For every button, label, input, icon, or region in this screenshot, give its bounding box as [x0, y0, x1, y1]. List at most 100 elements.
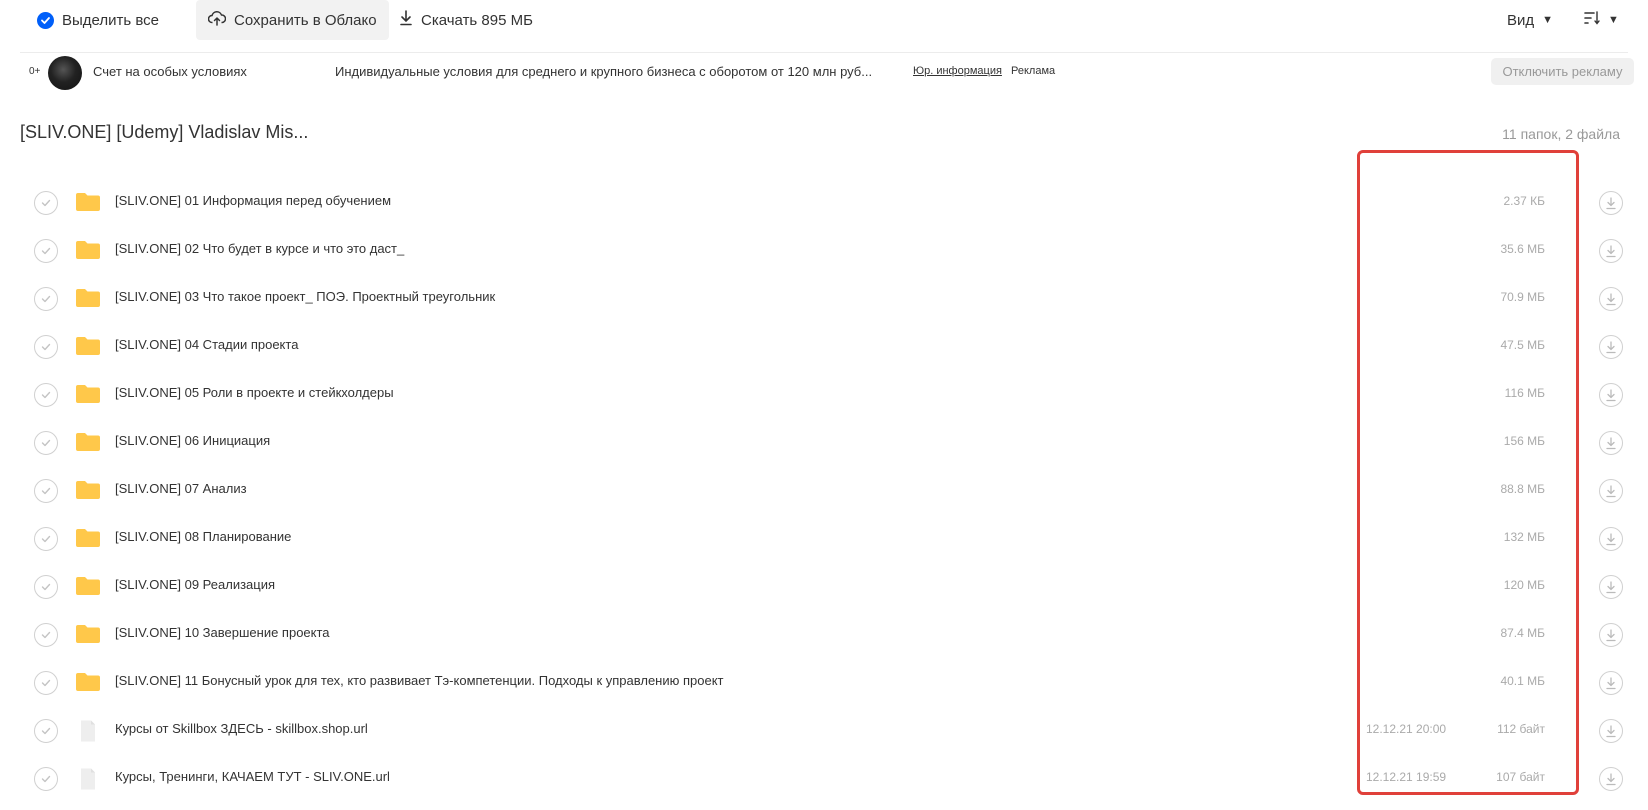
checkmark-icon [41, 679, 51, 687]
item-name[interactable]: [SLIV.ONE] 08 Планирование [115, 529, 291, 544]
disable-ads-button[interactable]: Отключить рекламу [1491, 58, 1634, 85]
item-name[interactable]: [SLIV.ONE] 06 Инициация [115, 433, 270, 448]
download-icon [1606, 628, 1616, 641]
file-icon [75, 720, 101, 742]
sort-icon [1584, 11, 1600, 29]
folder-row[interactable]: [SLIV.ONE] 01 Информация перед обучением… [0, 178, 1648, 226]
download-item-button[interactable] [1599, 767, 1623, 791]
folder-row[interactable]: [SLIV.ONE] 11 Бонусный урок для тех, кто… [0, 658, 1648, 706]
item-size: 2.37 КБ [1503, 194, 1545, 208]
folder-row[interactable]: [SLIV.ONE] 02 Что будет в курсе и что эт… [0, 226, 1648, 274]
view-label: Вид [1507, 11, 1535, 29]
caret-down-icon: ▼ [1542, 14, 1554, 26]
select-checkbox[interactable] [34, 335, 58, 359]
ad-banner[interactable]: 0+ Счет на особых условиях Индивидуальны… [0, 53, 1648, 93]
checkmark-icon [41, 295, 51, 303]
item-name[interactable]: [SLIV.ONE] 10 Завершение проекта [115, 625, 330, 640]
ad-title[interactable]: Счет на особых условиях [93, 64, 247, 79]
sort-dropdown[interactable]: ▼ [1578, 0, 1625, 40]
download-item-button[interactable] [1599, 671, 1623, 695]
checkmark-icon [41, 343, 51, 351]
folder-row[interactable]: [SLIV.ONE] 06 Инициация 156 МБ [0, 418, 1648, 466]
folder-icon [75, 288, 101, 308]
file-row[interactable]: Курсы от Skillbox ЗДЕСЬ - skillbox.shop.… [0, 706, 1648, 754]
item-name[interactable]: [SLIV.ONE] 09 Реализация [115, 577, 275, 592]
item-size: 132 МБ [1503, 530, 1545, 544]
item-date: 12.12.21 20:00 [1366, 722, 1447, 736]
download-icon [1606, 676, 1616, 689]
ad-avatar [48, 56, 82, 90]
folder-row[interactable]: [SLIV.ONE] 03 Что такое проект_ ПОЭ. Про… [0, 274, 1648, 322]
item-name[interactable]: [SLIV.ONE] 05 Роли в проекте и стейкхолд… [115, 385, 394, 400]
download-all-button[interactable]: Скачать 895 МБ [387, 0, 545, 40]
download-item-button[interactable] [1599, 431, 1623, 455]
folder-row[interactable]: [SLIV.ONE] 08 Планирование 132 МБ [0, 514, 1648, 562]
ad-description[interactable]: Индивидуальные условия для среднего и кр… [335, 64, 872, 79]
folder-row[interactable]: [SLIV.ONE] 07 Анализ 88.8 МБ [0, 466, 1648, 514]
item-name[interactable]: [SLIV.ONE] 01 Информация перед обучением [115, 193, 391, 208]
item-size: 112 байт [1497, 722, 1545, 736]
download-item-button[interactable] [1599, 623, 1623, 647]
select-checkbox[interactable] [34, 479, 58, 503]
view-dropdown[interactable]: Вид ▼ [1501, 0, 1559, 40]
ad-legal-info-link[interactable]: Юр. информация [913, 65, 1002, 77]
folder-row[interactable]: [SLIV.ONE] 05 Роли в проекте и стейкхолд… [0, 370, 1648, 418]
save-to-cloud-label: Сохранить в Облако [234, 11, 377, 29]
select-checkbox[interactable] [34, 767, 58, 791]
select-all-button[interactable]: Выделить все [25, 0, 171, 40]
select-checkbox[interactable] [34, 239, 58, 263]
checkmark-icon [41, 199, 51, 207]
download-item-button[interactable] [1599, 191, 1623, 215]
download-icon [1606, 724, 1616, 737]
download-item-button[interactable] [1599, 383, 1623, 407]
select-checkbox[interactable] [34, 623, 58, 647]
select-checkbox[interactable] [34, 191, 58, 215]
download-item-button[interactable] [1599, 335, 1623, 359]
download-item-button[interactable] [1599, 287, 1623, 311]
download-icon [1606, 436, 1616, 449]
folder-icon [75, 672, 101, 692]
select-all-label: Выделить все [62, 11, 160, 29]
download-item-button[interactable] [1599, 527, 1623, 551]
download-item-button[interactable] [1599, 575, 1623, 599]
item-size: 107 байт [1496, 770, 1545, 784]
download-item-button[interactable] [1599, 719, 1623, 743]
item-name[interactable]: [SLIV.ONE] 04 Стадии проекта [115, 337, 298, 352]
item-name[interactable]: [SLIV.ONE] 11 Бонусный урок для тех, кто… [115, 673, 724, 688]
folder-row[interactable]: [SLIV.ONE] 04 Стадии проекта 47.5 МБ [0, 322, 1648, 370]
select-checkbox[interactable] [34, 527, 58, 551]
download-item-button[interactable] [1599, 239, 1623, 263]
download-all-label: Скачать 895 МБ [421, 11, 533, 29]
item-size: 87.4 МБ [1500, 626, 1545, 640]
ad-age-rating: 0+ [29, 66, 41, 77]
item-name[interactable]: [SLIV.ONE] 02 Что будет в курсе и что эт… [115, 241, 404, 256]
item-size: 156 МБ [1503, 434, 1545, 448]
download-icon [1606, 484, 1616, 497]
download-icon [1606, 292, 1616, 305]
download-icon [1606, 340, 1616, 353]
item-size: 116 МБ [1504, 386, 1545, 400]
select-checkbox[interactable] [34, 575, 58, 599]
item-name[interactable]: [SLIV.ONE] 07 Анализ [115, 481, 247, 496]
folder-row[interactable]: [SLIV.ONE] 09 Реализация 120 МБ [0, 562, 1648, 610]
item-date: 12.12.21 19:59 [1366, 770, 1447, 784]
item-name[interactable]: Курсы от Skillbox ЗДЕСЬ - skillbox.shop.… [115, 721, 368, 736]
save-to-cloud-button[interactable]: Сохранить в Облако [196, 0, 389, 40]
download-icon [1606, 772, 1616, 785]
select-checkbox[interactable] [34, 431, 58, 455]
folder-item-count: 11 папок, 2 файла [1502, 126, 1620, 142]
select-checkbox[interactable] [34, 719, 58, 743]
folder-row[interactable]: [SLIV.ONE] 10 Завершение проекта 87.4 МБ [0, 610, 1648, 658]
download-item-button[interactable] [1599, 479, 1623, 503]
checkmark-icon [41, 583, 51, 591]
caret-down-icon: ▼ [1608, 14, 1619, 26]
cloud-public-folder-page: Выделить все Сохранить в Облако Скачать … [0, 0, 1648, 810]
file-row[interactable]: Курсы, Тренинги, КАЧАЕМ ТУТ - SLIV.ONE.u… [0, 754, 1648, 802]
folder-icon [75, 192, 101, 212]
item-name[interactable]: [SLIV.ONE] 03 Что такое проект_ ПОЭ. Про… [115, 289, 495, 304]
item-name[interactable]: Курсы, Тренинги, КАЧАЕМ ТУТ - SLIV.ONE.u… [115, 769, 390, 784]
select-checkbox[interactable] [34, 287, 58, 311]
select-checkbox[interactable] [34, 671, 58, 695]
checkmark-icon [41, 775, 51, 783]
select-checkbox[interactable] [34, 383, 58, 407]
